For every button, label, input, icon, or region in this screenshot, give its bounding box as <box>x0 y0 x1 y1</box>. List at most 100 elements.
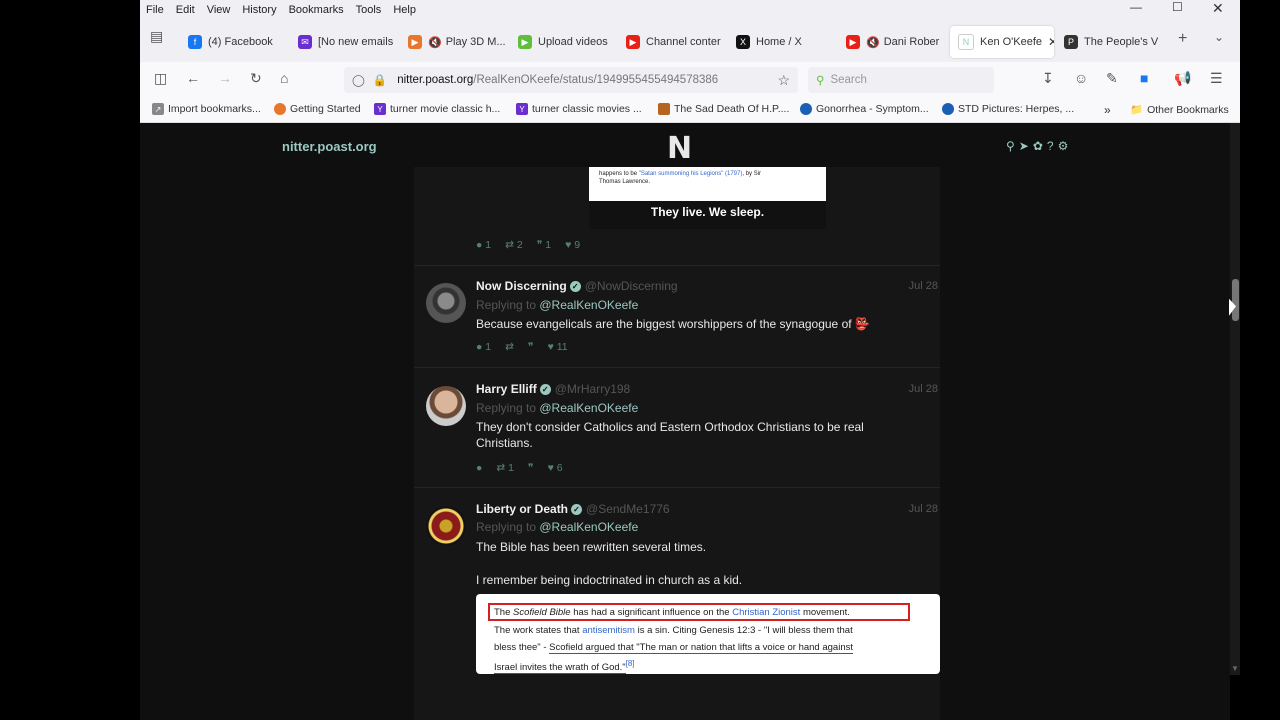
tweet-author[interactable]: Harry Elliff ✓ @MrHarry198 <box>476 382 630 396</box>
search-icon[interactable]: ⚲ <box>1006 139 1015 153</box>
tweet-date[interactable]: Jul 28 <box>909 280 938 292</box>
twitter-bird-icon[interactable]: ➤ <box>1019 139 1029 153</box>
retweet-icon: ⇄ <box>505 239 514 251</box>
bookmark-std-pictures[interactable]: STD Pictures: Herpes, ... <box>942 103 1074 115</box>
menu-tools[interactable]: Tools <box>350 4 388 16</box>
bookmark-other[interactable]: 📁 Other Bookmarks <box>1130 103 1229 117</box>
home-icon[interactable]: ⌂ <box>280 70 288 86</box>
tab-play[interactable]: ▶ 🔇 Play 3D M... <box>408 26 514 58</box>
wiki-text: is a sin. Citing Genesis 12:3 - "I will … <box>634 625 853 636</box>
quote-stat[interactable]: ❞ 1 <box>537 239 551 251</box>
reply-stat[interactable]: ● 1 <box>476 239 491 251</box>
mouse-cursor-icon <box>1229 298 1236 319</box>
more-bookmarks-icon[interactable]: » <box>1104 103 1111 117</box>
url-bar[interactable]: ◯ 🔒 nitter.poast.org/RealKenOKeefe/statu… <box>344 67 798 93</box>
tweet-image[interactable]: The Scofield Bible has had a significant… <box>476 594 940 674</box>
bookmark-gonorrhea[interactable]: Gonorrhea - Symptom... <box>800 103 929 115</box>
mail-icon: ✉ <box>298 35 312 49</box>
site-nav-icons: ⚲ ➤ ✿ ? ⚙ <box>1006 139 1068 153</box>
reply-to-link[interactable]: @RealKenOKeefe <box>539 298 638 312</box>
bookmark-star-icon[interactable]: ☆ <box>777 72 790 89</box>
reply-prefix: Replying to <box>476 298 540 312</box>
reply-to-link[interactable]: @RealKenOKeefe <box>539 520 638 534</box>
menu-help[interactable]: Help <box>387 4 422 16</box>
tab-channel-content[interactable]: ▶ Channel conter <box>626 26 732 58</box>
tweet-author[interactable]: Now Discerning ✓ @NowDiscerning <box>476 279 678 293</box>
tweet-date[interactable]: Jul 28 <box>909 503 938 515</box>
tab-overview-icon[interactable]: ▤ <box>150 28 163 45</box>
app-menu-icon[interactable]: ☰ <box>1210 70 1223 87</box>
timeline: happens to be "Satan summoning his Legio… <box>414 167 940 720</box>
rss-icon[interactable]: ✿ <box>1033 139 1043 153</box>
megaphone-icon[interactable]: 📢 <box>1174 70 1191 87</box>
bookmark-getting-started[interactable]: Getting Started <box>274 103 361 115</box>
page-scrollbar[interactable]: ▼ <box>1230 123 1240 675</box>
bookmark-import[interactable]: ↗ Import bookmarks... <box>152 103 261 115</box>
minimize-icon[interactable]: — <box>1130 0 1142 14</box>
firefox-icon <box>274 103 286 115</box>
site-name-link[interactable]: nitter.poast.org <box>282 139 377 154</box>
avatar[interactable] <box>426 506 466 546</box>
tweet-date[interactable]: Jul 28 <box>909 383 938 395</box>
retweet-stat[interactable]: ⇄ 1 <box>496 462 514 474</box>
tab-mail[interactable]: ✉ [No new emails <box>298 26 404 58</box>
avatar[interactable] <box>426 386 466 426</box>
mute-icon[interactable]: 🔇 <box>866 36 880 49</box>
menu-file[interactable]: File <box>140 4 170 16</box>
retweet-stat[interactable]: ⇄ 2 <box>505 239 523 251</box>
reload-icon[interactable]: ↻ <box>250 70 262 87</box>
menu-edit[interactable]: Edit <box>170 4 201 16</box>
retweet-stat[interactable]: ⇄ <box>505 341 514 353</box>
menu-view[interactable]: View <box>201 4 237 16</box>
tab-ken-okeefe[interactable]: N Ken O'Keefe ✕ <box>950 26 1054 58</box>
tab-dani[interactable]: ▶ 🔇 Dani Rober <box>846 26 946 58</box>
tab-home-x[interactable]: X Home / X <box>736 26 842 58</box>
search-input[interactable]: ⚲ Search <box>808 67 994 93</box>
tab-peoples[interactable]: P The People's V <box>1064 26 1174 58</box>
lock-icon[interactable]: 🔒 <box>373 73 387 87</box>
wiki-link: antisemitism <box>582 625 635 636</box>
downloads-icon[interactable]: ↧ <box>1042 70 1054 87</box>
sidebar-icon[interactable]: ◫ <box>154 70 167 87</box>
shield-icon[interactable]: ◯ <box>352 73 365 87</box>
help-icon[interactable]: ? <box>1047 139 1054 153</box>
quote-stat[interactable]: ❞ <box>528 462 534 474</box>
youtube-icon: ▶ <box>846 35 860 49</box>
like-stat[interactable]: ♥ 6 <box>548 462 563 474</box>
bookmarks-bar: ↗ Import bookmarks... Getting Started Y … <box>140 98 1240 123</box>
extensions-icon[interactable]: ✎ <box>1106 70 1118 87</box>
scroll-down-icon[interactable]: ▼ <box>1231 664 1239 673</box>
new-tab-icon[interactable]: + <box>1178 30 1187 48</box>
account-icon[interactable]: ☺ <box>1074 70 1088 86</box>
menu-history[interactable]: History <box>236 4 282 16</box>
tab-bar: ▤ f (4) Facebook ✉ [No new emails ▶ 🔇 Pl… <box>140 20 1240 62</box>
forward-icon[interactable]: → <box>218 70 232 86</box>
nitter-logo[interactable]: N <box>667 131 692 166</box>
extension-badge-icon[interactable]: ■ <box>1140 70 1148 86</box>
gear-icon[interactable]: ⚙ <box>1058 139 1069 153</box>
verified-icon: ✓ <box>539 384 551 396</box>
tab-facebook[interactable]: f (4) Facebook <box>188 26 292 58</box>
mute-icon[interactable]: 🔇 <box>428 36 442 49</box>
divider <box>414 367 940 368</box>
bookmark-turner-1[interactable]: Y turner movie classic h... <box>374 103 500 115</box>
close-window-icon[interactable]: ✕ <box>1212 0 1224 17</box>
reply-stat[interactable]: ● <box>476 462 482 474</box>
tweet-image[interactable]: happens to be "Satan summoning his Legio… <box>589 167 826 229</box>
close-tab-icon[interactable]: ✕ <box>1048 35 1054 49</box>
tab-upload-videos[interactable]: ▶ Upload videos <box>518 26 624 58</box>
like-stat[interactable]: ♥ 9 <box>565 239 580 251</box>
avatar[interactable] <box>426 283 466 323</box>
tab-list-icon[interactable]: ⌄ <box>1214 30 1224 44</box>
back-icon[interactable]: ← <box>186 70 200 86</box>
bookmark-sad-death[interactable]: The Sad Death Of H.P.... <box>658 103 789 115</box>
reply-stat[interactable]: ● 1 <box>476 341 491 353</box>
tweet-author[interactable]: Liberty or Death ✓ @SendMe1776 <box>476 502 670 516</box>
menu-bookmarks[interactable]: Bookmarks <box>283 4 350 16</box>
maximize-icon[interactable]: ☐ <box>1172 0 1183 14</box>
quote-stat[interactable]: ❞ <box>528 341 534 353</box>
bookmark-turner-2[interactable]: Y turner classic movies ... <box>516 103 642 115</box>
reply-to-link[interactable]: @RealKenOKeefe <box>539 401 638 415</box>
tab-label: (4) Facebook <box>208 36 273 48</box>
like-stat[interactable]: ♥ 11 <box>548 341 568 353</box>
